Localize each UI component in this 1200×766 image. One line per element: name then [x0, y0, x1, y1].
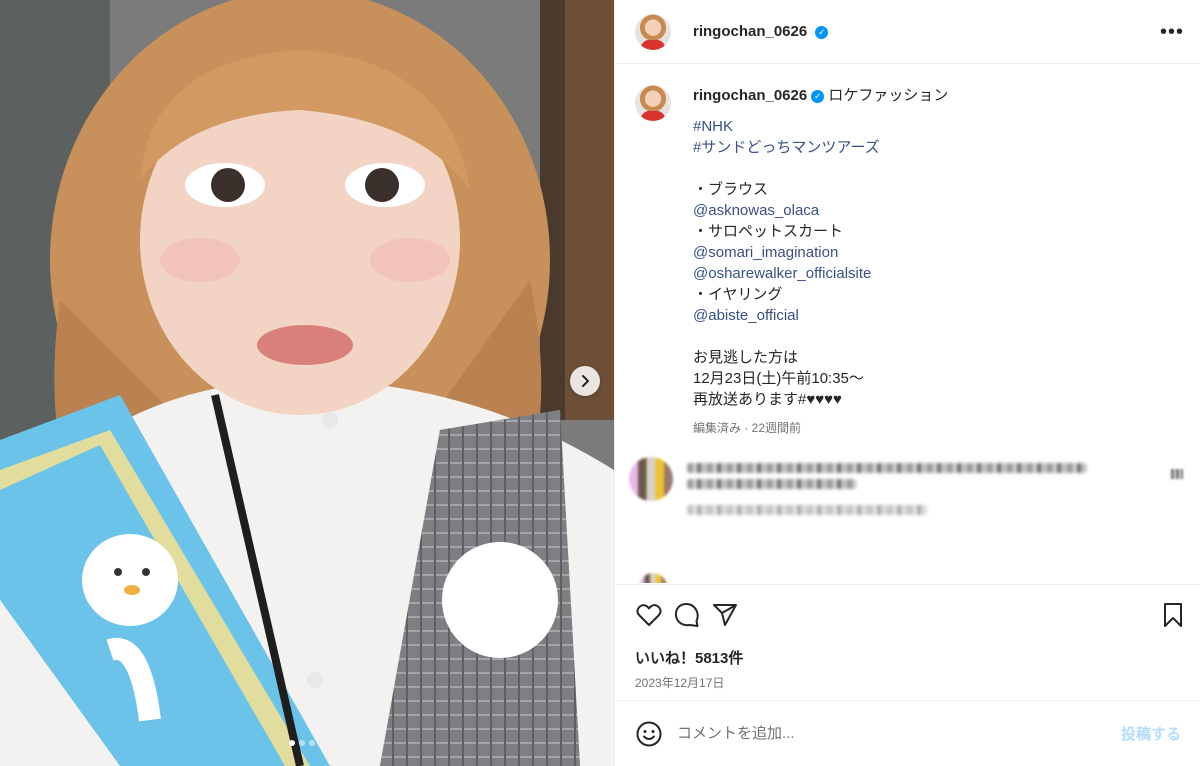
- commenter-avatar-blurred: [629, 457, 673, 501]
- comment-bubble-icon: [674, 603, 699, 627]
- save-button[interactable]: [1159, 601, 1187, 629]
- smiley-icon: [636, 721, 662, 746]
- post-date[interactable]: 2023年12月17日: [615, 668, 1200, 691]
- caption-tag-link[interactable]: #サンドどっちマンツアーズ: [693, 137, 948, 158]
- caption-text-line: ・ブラウス: [693, 181, 769, 198]
- comment-item: [615, 439, 1200, 521]
- caption-text-line: [693, 326, 948, 347]
- caption-text-line: 12月23日(土)午前10:35〜: [693, 370, 864, 387]
- caption-and-comments: ringochan_0626 ✓ ロケファッション #NHK #サンドどっちマンツア…: [615, 65, 1200, 583]
- blurred-meta: [687, 505, 927, 515]
- like-count[interactable]: いいね！5813件: [615, 631, 1200, 668]
- add-comment-bar: 投稿する: [615, 700, 1200, 766]
- caption-tag-link[interactable]: @asknowas_olaca: [693, 200, 948, 221]
- caption-meta: 編集済み · 22週間前: [693, 421, 802, 435]
- more-options-button[interactable]: •••: [1160, 22, 1184, 42]
- verified-badge-icon: ✓: [811, 90, 825, 103]
- caption-lines: #NHK #サンドどっちマンツアーズ・ブラウス @asknowas_olaca ・サロ…: [693, 116, 948, 410]
- like-button[interactable]: [635, 601, 663, 629]
- comment-like-icon[interactable]: [1171, 469, 1183, 479]
- carousel-dot: [299, 740, 305, 746]
- caption-text-line: ・イヤリング: [693, 286, 783, 303]
- caption-tag-link[interactable]: @abiste_official: [693, 305, 948, 326]
- caption-tag-link[interactable]: @somari_imagination: [693, 242, 948, 263]
- caption-first-line: ringochan_0626 ✓ ロケファッション: [693, 85, 948, 106]
- author-avatar[interactable]: [635, 13, 671, 50]
- heart-icon: [636, 604, 662, 626]
- carousel-next-button[interactable]: [570, 366, 600, 396]
- post-photo: [0, 0, 614, 766]
- comment-text-blurred: [687, 457, 1087, 521]
- caption-title: ロケファッション: [828, 87, 949, 104]
- author-username-text[interactable]: ringochan_0626: [693, 23, 807, 40]
- caption-text-line: 再放送あります#♥♥♥♥: [693, 391, 842, 408]
- comment-button[interactable]: [673, 601, 701, 629]
- post-comment-button[interactable]: 投稿する: [1121, 723, 1181, 744]
- action-bar: [615, 585, 1200, 631]
- carousel-dot: [289, 740, 295, 746]
- send-paper-plane-icon: [713, 604, 737, 626]
- author-username[interactable]: ringochan_0626 ✓: [693, 23, 829, 40]
- share-button[interactable]: [711, 601, 739, 629]
- blurred-line: [687, 463, 1087, 473]
- carousel-indicator: [289, 740, 315, 746]
- emoji-button[interactable]: [635, 720, 663, 748]
- blurred-line: [687, 479, 857, 489]
- caption-body: ringochan_0626 ✓ ロケファッション #NHK #サンドどっちマンツア…: [693, 85, 948, 439]
- comment-input[interactable]: [677, 725, 1121, 742]
- caption: ringochan_0626 ✓ ロケファッション #NHK #サンドどっちマンツア…: [615, 65, 1200, 439]
- caption-tag-link[interactable]: @osharewalker_officialsite: [693, 263, 948, 284]
- caption-text-line: [693, 158, 948, 179]
- bookmark-icon: [1164, 603, 1182, 627]
- caption-text-line: ・サロペットスカート: [693, 223, 844, 240]
- caption-tag-link[interactable]: #NHK: [693, 116, 948, 137]
- post-detail-panel: ringochan_0626 ✓ ••• ringochan_0626 ✓ ロケフ…: [614, 0, 1200, 766]
- next-commenter-avatar-blurred: [639, 573, 667, 583]
- caption-avatar[interactable]: [635, 85, 671, 121]
- verified-badge-icon: ✓: [815, 26, 829, 39]
- caption-text-line: お見逃した方は: [693, 349, 799, 366]
- post-actions-section: いいね！5813件 2023年12月17日: [615, 584, 1200, 691]
- carousel-dot: [309, 740, 315, 746]
- post-header: ringochan_0626 ✓ •••: [615, 0, 1200, 64]
- chevron-right-icon: [582, 375, 589, 387]
- selfie-photo: [0, 0, 614, 766]
- caption-username[interactable]: ringochan_0626: [693, 87, 807, 104]
